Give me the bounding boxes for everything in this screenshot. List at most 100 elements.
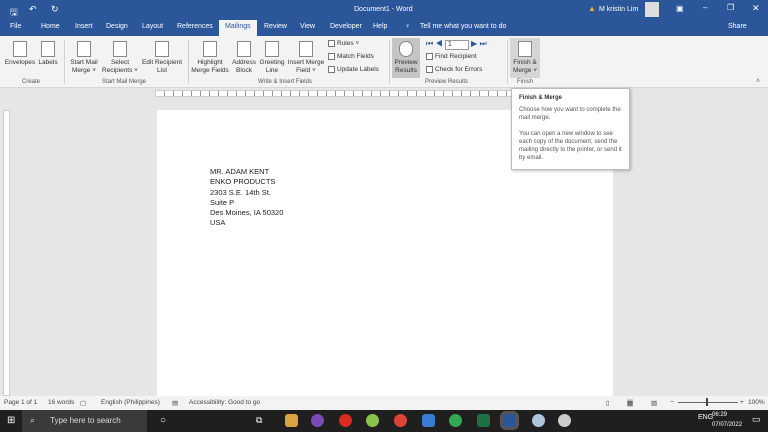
collapse-ribbon-icon[interactable]: ˄ [756,78,760,85]
find-recipient-button[interactable]: Find Recipient [426,53,477,60]
rules-button[interactable]: Rules ˅ [328,40,359,47]
tab-home[interactable]: Home [41,23,60,30]
insert-merge-field-button[interactable]: Insert Merge Field ˅ [287,41,325,75]
match-fields-button[interactable]: Match Fields [328,53,374,60]
avatar[interactable] [645,2,659,17]
envelopes-button[interactable]: Envelopes [4,41,36,67]
address-block-button[interactable]: Address Block [231,41,257,75]
language[interactable]: English (Philippines) [101,399,160,406]
greeting-line-icon [265,41,279,57]
page-count[interactable]: Page 1 of 1 [4,399,37,406]
file-explorer-icon[interactable] [285,414,298,427]
ribbon-display-icon[interactable]: ▣ [676,4,684,13]
rules-icon [328,40,335,47]
select-recipients-button[interactable]: Select Recipients ˅ [101,41,139,75]
close-icon[interactable]: ✕ [752,3,760,14]
undo-icon[interactable]: ↶ [29,4,37,15]
taskbar-search[interactable]: Type here to search [22,410,147,432]
search-icon: ⌕ [30,415,36,425]
finish-merge-button[interactable]: Finish & Merge ˅ [510,38,540,78]
paint-icon[interactable] [532,414,545,427]
address-line: 2303 S.E. 14th St. [210,187,271,197]
vertical-ruler[interactable] [3,110,10,396]
tab-design[interactable]: Design [106,23,128,30]
tell-me-search[interactable]: Tell me what you want to do [420,23,506,30]
greeting-line-button[interactable]: Greeting Line [258,41,286,75]
notifications-icon[interactable]: ▭ [752,414,761,425]
restore-icon[interactable]: ❐ [727,3,734,12]
user-name[interactable]: M kristin Lim [599,6,638,13]
group-preview-label: Preview Results [425,79,469,85]
zoom-out-icon[interactable]: − [670,399,674,406]
language-indicator[interactable]: ENG [698,414,713,421]
highlight-merge-fields-button[interactable]: Highlight Merge Fields [191,41,229,75]
chrome-profile-icon[interactable] [449,414,462,427]
tab-help[interactable]: Help [373,23,387,30]
insert-field-icon [299,41,313,57]
opera-icon[interactable] [339,414,352,427]
start-mail-merge-icon [77,41,91,57]
accessibility-status[interactable]: Accessibility: Good to go [189,399,260,406]
share-button[interactable]: Share [728,23,747,30]
preview-icon [399,41,413,57]
address-line: USA [210,218,226,228]
tab-file[interactable]: File [10,23,21,30]
match-fields-icon [328,53,335,60]
excel-icon[interactable] [477,414,490,427]
app-icon-2[interactable] [558,414,571,427]
record-number-input[interactable]: 1 [444,40,469,50]
preview-results-button[interactable]: Preview Results [392,38,420,78]
check-errors-button[interactable]: Check for Errors [426,66,482,73]
previous-record-icon[interactable]: ◀ [435,39,442,48]
labels-button[interactable]: Labels [37,41,59,67]
edit-list-icon [155,41,169,57]
chrome-icon[interactable] [394,414,407,427]
highlight-icon [203,41,217,57]
horizontal-ruler[interactable] [155,90,513,97]
minimize-icon[interactable]: – [703,3,707,12]
tab-mailings[interactable]: Mailings [219,20,257,36]
app-icon[interactable] [366,414,379,427]
zoom-level[interactable]: 100% [748,399,765,406]
zoom-in-icon[interactable]: + [740,399,744,406]
clock-date[interactable]: 07/07/2022 [712,422,742,428]
read-mode-icon[interactable]: ▯ [606,399,610,407]
clock-time[interactable]: 06:29 [712,412,727,418]
word-icon[interactable] [500,411,519,430]
title-bar: 🖫 ↶ ↻ Document1 - Word ▲ M kristin Lim ▣… [0,0,768,20]
last-record-icon[interactable]: ⏭ [479,39,486,48]
tab-review[interactable]: Review [264,23,287,30]
browser-icon[interactable] [311,414,324,427]
first-record-icon[interactable]: ⏮ [426,39,433,48]
tab-developer[interactable]: Developer [330,23,362,30]
address-line: Suite P [210,197,235,207]
start-mail-merge-button[interactable]: Start Mail Merge ˅ [68,41,100,75]
tab-view[interactable]: View [300,23,315,30]
finish-merge-icon [518,41,532,57]
lightbulb-icon: ♀ [405,23,411,30]
tab-references[interactable]: References [177,23,213,30]
update-labels-button[interactable]: Update Labels [328,66,379,73]
next-record-icon[interactable]: ▶ [471,39,477,48]
task-view-icon[interactable]: ⧉ [256,415,262,426]
redo-icon[interactable]: ↻ [51,4,59,15]
edit-recipient-list-button[interactable]: Edit Recipient List [141,41,183,75]
zoom-slider[interactable] [678,402,738,403]
windows-start-icon[interactable]: ⊞ [7,415,15,426]
tab-layout[interactable]: Layout [142,23,163,30]
word-count[interactable]: 16 words [48,399,74,406]
address-block[interactable]: MR. ADAM KENT ENKO PRODUCTS 2303 S.E. 14… [210,167,283,229]
status-bar: Page 1 of 1 16 words ▢ English (Philippi… [0,396,768,410]
zoom-slider-thumb[interactable] [706,398,708,406]
update-labels-icon [328,66,335,73]
skype-icon[interactable] [422,414,435,427]
save-icon[interactable]: 🖫 [10,5,18,21]
check-errors-icon [426,66,433,73]
web-layout-icon[interactable]: ▧ [651,399,657,407]
print-layout-icon[interactable]: ▦ [627,399,634,407]
tab-insert[interactable]: Insert [75,23,93,30]
proofing-icon[interactable]: ▢ [80,399,86,407]
macro-icon[interactable]: ▤ [172,399,178,407]
cortana-icon[interactable]: ○ [160,415,166,426]
group-start-label: Start Mail Merge [102,79,147,85]
